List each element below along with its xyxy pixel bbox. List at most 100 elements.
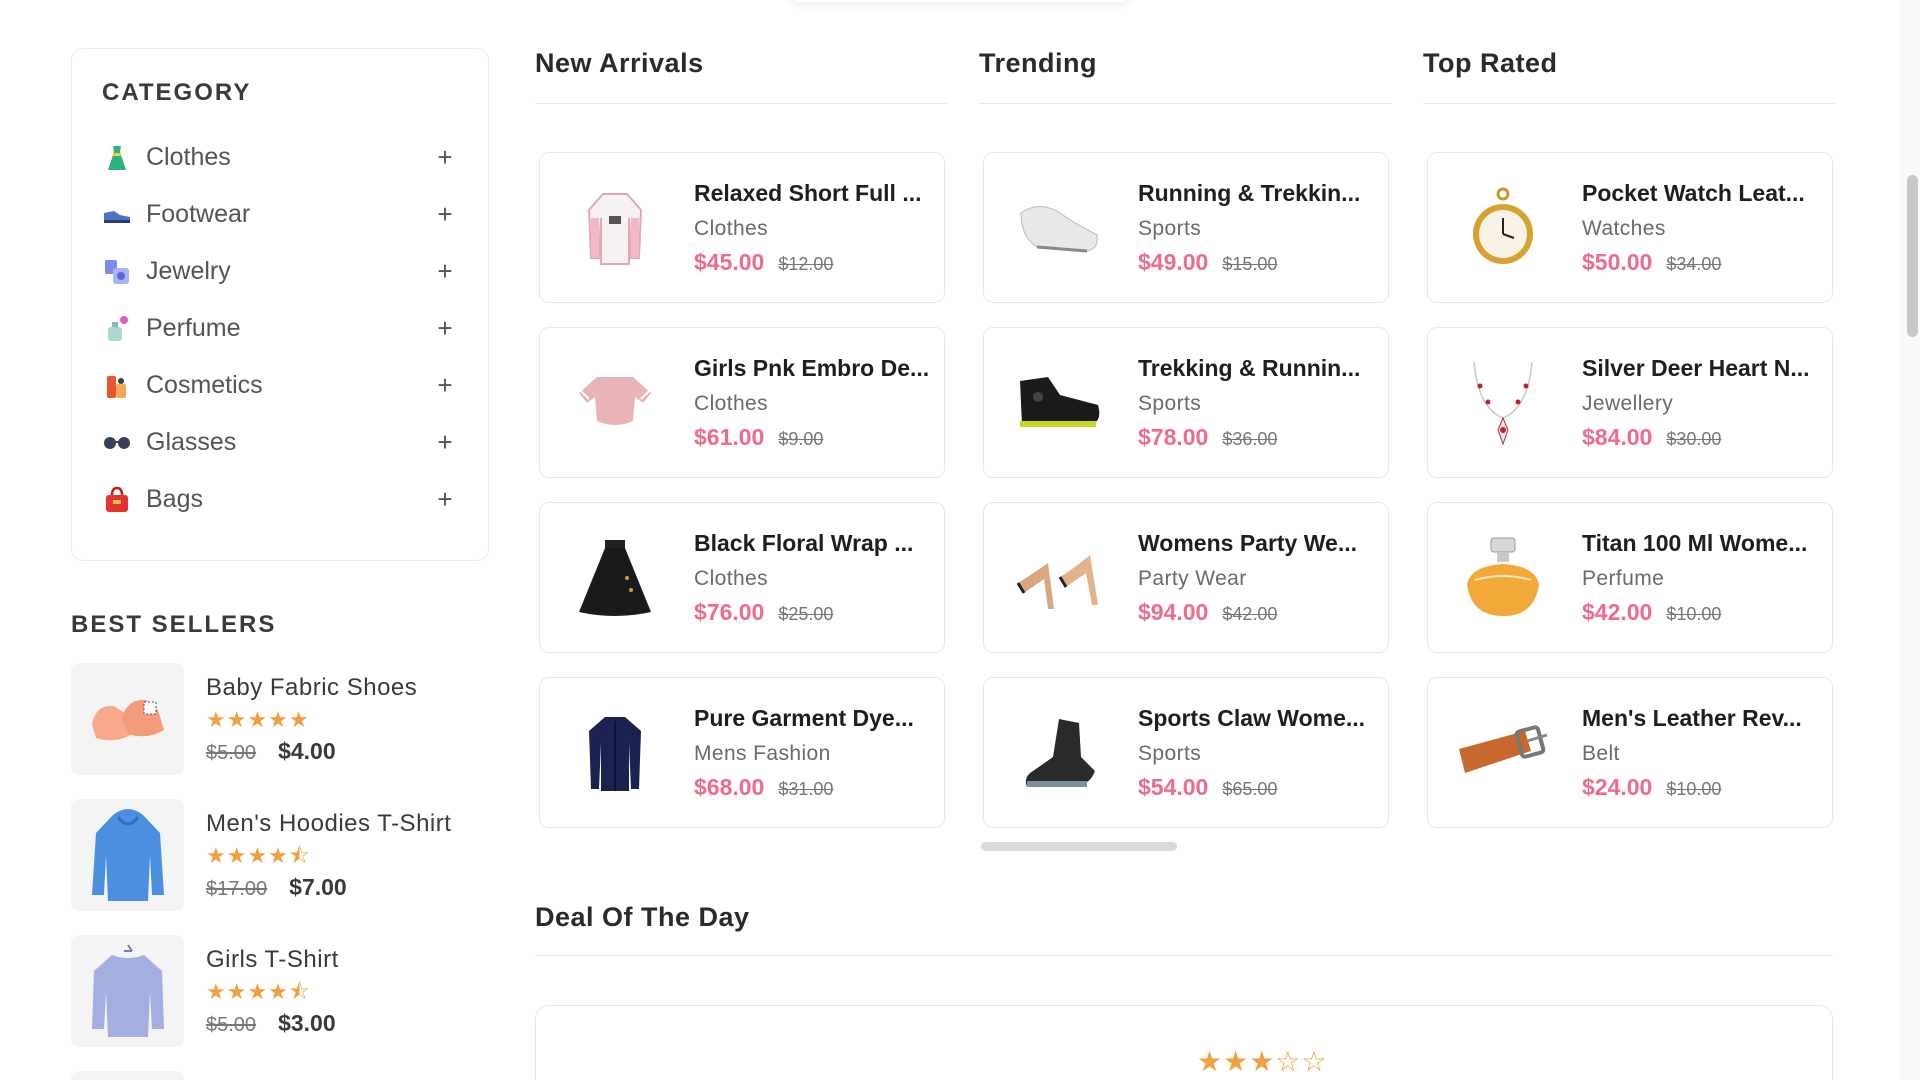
product-image [1428,328,1578,477]
expand-plus-icon[interactable]: + [432,256,458,287]
dress-icon [102,143,132,173]
sweatshirt-image [91,944,164,1037]
current-price: $76.00 [694,598,765,625]
product-card[interactable]: Black Floral Wrap ... Clothes $76.00 $25… [539,502,945,653]
expand-plus-icon[interactable]: + [432,370,458,401]
product-thumbnail[interactable] [71,799,184,911]
product-thumbnail[interactable] [71,663,184,775]
product-category[interactable]: Sports [1138,392,1360,416]
scrollbar-thumb[interactable] [1907,175,1918,337]
best-seller-item[interactable]: Baby Fabric Shoes ★★★★★ $5.00 $4.00 [71,663,489,775]
product-card[interactable]: Pure Garment Dye... Mens Fashion $68.00 … [539,677,945,828]
category-item-clothes[interactable]: Clothes + [102,129,458,186]
expand-plus-icon[interactable]: + [432,427,458,458]
category-item-bags[interactable]: Bags + [102,471,458,528]
current-price: $84.00 [1582,423,1653,450]
product-card[interactable]: Running & Trekkin... Sports $49.00 $15.0… [983,152,1389,303]
old-price: $34.00 [1666,253,1722,274]
column-title: New Arrivals [535,48,948,104]
header-shadow-pill [790,0,1130,2]
rating-stars: ★★★★⯪ [206,978,311,1004]
current-price: $49.00 [1138,248,1209,275]
product-category[interactable]: Watches [1582,217,1805,241]
product-name[interactable]: Baby Fabric Shoes [206,674,417,702]
product-name[interactable]: Trekking & Runnin... [1138,355,1360,382]
category-panel: CATEGORY Clothes + Footwear + Jewelry + [71,48,489,561]
category-label: Bags [146,485,203,513]
product-name[interactable]: Girls T-Shirt [206,946,339,974]
best-seller-item[interactable]: Men's Hoodies T-Shirt ★★★★⯪ $17.00 $7.00 [71,799,489,911]
deal-card[interactable] [535,1005,1833,1080]
old-price: $31.00 [778,778,834,799]
product-category[interactable]: Clothes [694,217,921,241]
expand-plus-icon[interactable]: + [432,199,458,230]
old-price: $25.00 [778,603,834,624]
product-name[interactable]: Womens Party We... [1138,530,1357,557]
product-image [984,153,1134,302]
trending-column: Trending Running & Trekkin... Sports $49… [979,48,1392,852]
product-card[interactable]: Womens Party We... Party Wear $94.00 $42… [983,502,1389,653]
product-category[interactable]: Sports [1138,742,1365,766]
category-label: Cosmetics [146,371,263,399]
page-scrollbar[interactable] [1900,0,1920,1080]
category-item-perfume[interactable]: Perfume + [102,300,458,357]
current-price: $24.00 [1582,773,1653,800]
product-thumbnail[interactable] [71,935,184,1047]
product-name[interactable]: Black Floral Wrap ... [694,530,913,557]
expand-plus-icon[interactable]: + [432,313,458,344]
current-price: $78.00 [1138,423,1209,450]
product-name[interactable]: Silver Deer Heart N... [1582,355,1810,382]
product-card[interactable]: Men's Leather Rev... Belt $24.00 $10.00 [1427,677,1833,828]
product-card[interactable]: Relaxed Short Full ... Clothes $45.00 $1… [539,152,945,303]
product-card[interactable]: Titan 100 Ml Wome... Perfume $42.00 $10.… [1427,502,1833,653]
product-card[interactable]: Trekking & Runnin... Sports $78.00 $36.0… [983,327,1389,478]
expand-plus-icon[interactable]: + [432,484,458,515]
old-price: $12.00 [778,253,834,274]
product-category[interactable]: Jewellery [1582,392,1810,416]
product-image [540,328,690,477]
rating-stars: ★★★★⯪ [206,842,311,868]
product-card[interactable]: Girls Pnk Embro De... Clothes $61.00 $9.… [539,327,945,478]
current-price: $4.00 [278,737,336,764]
product-name[interactable]: Men's Leather Rev... [1582,705,1802,732]
old-price: $15.00 [1222,253,1278,274]
category-label: Glasses [146,428,237,456]
column-title: Top Rated [1423,48,1836,104]
product-card[interactable]: Sports Claw Wome... Sports $54.00 $65.00 [983,677,1389,828]
product-category[interactable]: Sports [1138,217,1360,241]
current-price: $54.00 [1138,773,1209,800]
category-item-jewelry[interactable]: Jewelry + [102,243,458,300]
product-name[interactable]: Relaxed Short Full ... [694,180,921,207]
product-card[interactable]: Pocket Watch Leat... Watches $50.00 $34.… [1427,152,1833,303]
product-category[interactable]: Clothes [694,567,913,591]
product-category[interactable]: Clothes [694,392,929,416]
best-seller-item[interactable]: Girls T-Shirt ★★★★⯪ $5.00 $3.00 [71,935,489,1047]
product-card[interactable]: Silver Deer Heart N... Jewellery $84.00 … [1427,327,1833,478]
horizontal-scroll-indicator[interactable] [981,842,1177,851]
product-name[interactable]: Sports Claw Wome... [1138,705,1365,732]
current-price: $42.00 [1582,598,1653,625]
product-thumbnail-partial [71,1071,184,1080]
product-category[interactable]: Belt [1582,742,1802,766]
category-label: Jewelry [146,257,231,285]
category-item-footwear[interactable]: Footwear + [102,186,458,243]
product-name[interactable]: Men's Hoodies T-Shirt [206,810,451,838]
category-title: CATEGORY [102,79,252,106]
category-item-glasses[interactable]: Glasses + [102,414,458,471]
current-price: $94.00 [1138,598,1209,625]
product-name[interactable]: Pocket Watch Leat... [1582,180,1805,207]
cosmetics-icon [102,371,132,401]
product-category[interactable]: Mens Fashion [694,742,914,766]
product-name[interactable]: Pure Garment Dye... [694,705,914,732]
product-name[interactable]: Girls Pnk Embro De... [694,355,929,382]
old-price: $36.00 [1222,428,1278,449]
product-category[interactable]: Perfume [1582,567,1807,591]
category-item-cosmetics[interactable]: Cosmetics + [102,357,458,414]
product-category[interactable]: Party Wear [1138,567,1357,591]
bag-icon [102,485,132,515]
product-name[interactable]: Running & Trekkin... [1138,180,1360,207]
product-name[interactable]: Titan 100 Ml Wome... [1582,530,1807,557]
product-image [984,328,1134,477]
current-price: $3.00 [278,1009,336,1036]
expand-plus-icon[interactable]: + [432,142,458,173]
